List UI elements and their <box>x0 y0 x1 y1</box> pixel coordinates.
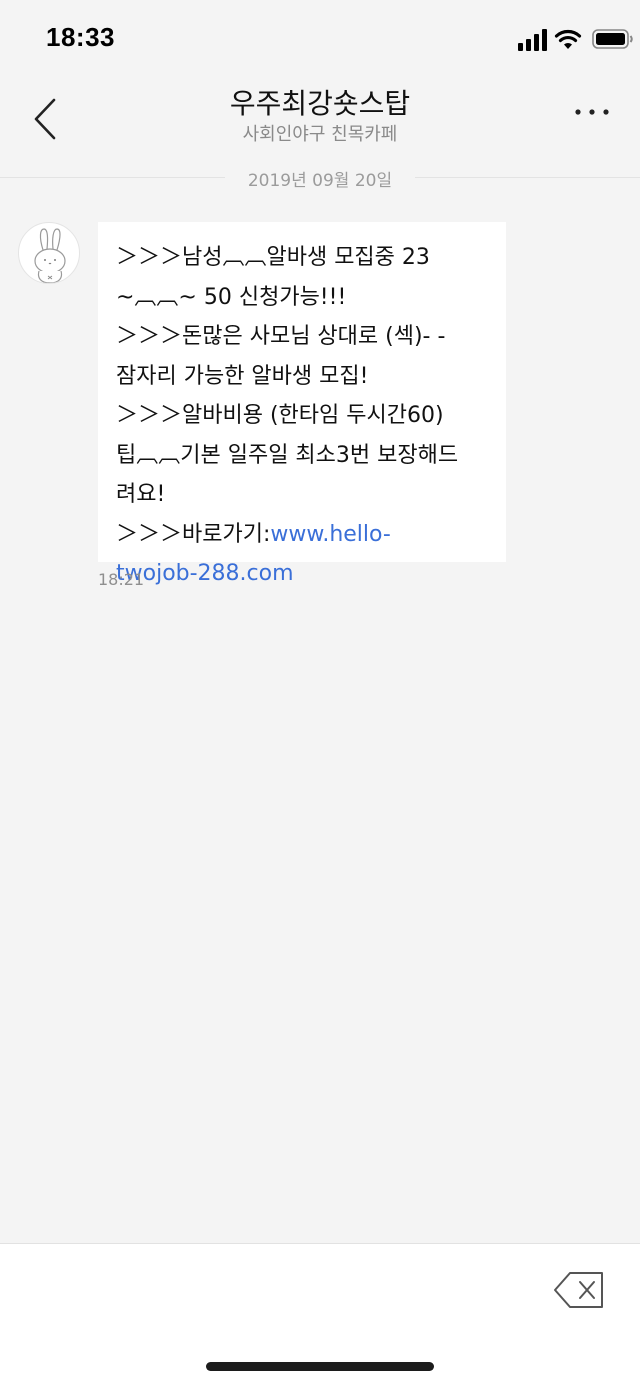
status-bar: 18:33 <box>0 0 640 80</box>
message-line: ＞＞＞남성︹︹알바생 모집중 23 <box>116 245 430 270</box>
rabbit-avatar-icon <box>34 228 66 283</box>
message-line: ＞＞＞알바비용 (한타임 두시간60) <box>116 403 444 428</box>
message-line: 려요! <box>116 482 166 507</box>
chat-subtitle: 사회인야구 친목카페 <box>242 124 398 145</box>
status-time: 18:33 <box>46 22 115 52</box>
message-time: 18:21 <box>98 570 145 589</box>
chat-title: 우주최강숏스탑 <box>229 87 411 120</box>
date-divider: 2019년 09월 20일 <box>0 166 640 191</box>
avatar[interactable] <box>18 222 80 284</box>
wifi-icon <box>554 29 582 49</box>
message-line: ＞＞＞돈많은 사모님 상대로 (섹)- - <box>116 324 446 349</box>
exit-chat-icon <box>554 1272 603 1308</box>
chat-header: 우주최강숏스탑 사회인야구 친목카페 <box>0 80 640 162</box>
message-line: twojob-288.com <box>116 554 488 594</box>
bottom-panel <box>0 1243 640 1386</box>
home-indicator <box>206 1362 434 1371</box>
divider-line <box>415 177 640 178</box>
battery-icon <box>592 29 633 49</box>
message-line: 잠자리 가능한 알바생 모집! <box>116 363 369 389</box>
date-text: 2019년 09월 20일 <box>247 171 393 191</box>
message-line: 팁︹︹기본 일주일 최소3번 보장해드 <box>116 442 459 468</box>
message-link[interactable]: www.hello- <box>270 522 390 547</box>
signal-icon <box>518 29 547 51</box>
exit-chat-button[interactable] <box>552 1270 606 1310</box>
message-line: ＞＞＞바로가기:www.hello- <box>116 515 488 555</box>
link-prefix: ＞＞＞바로가기: <box>116 521 271 547</box>
message-bubble[interactable]: ＞＞＞남성︹︹알바생 모집중 23 ~︹︹~ 50 신청가능!!! ＞＞＞돈많은… <box>98 222 506 586</box>
more-horizontal-icon <box>575 109 609 115</box>
status-icons <box>518 26 633 52</box>
message-line: ~︹︹~ 50 신청가능!!! <box>116 284 347 310</box>
more-button[interactable] <box>572 100 612 124</box>
